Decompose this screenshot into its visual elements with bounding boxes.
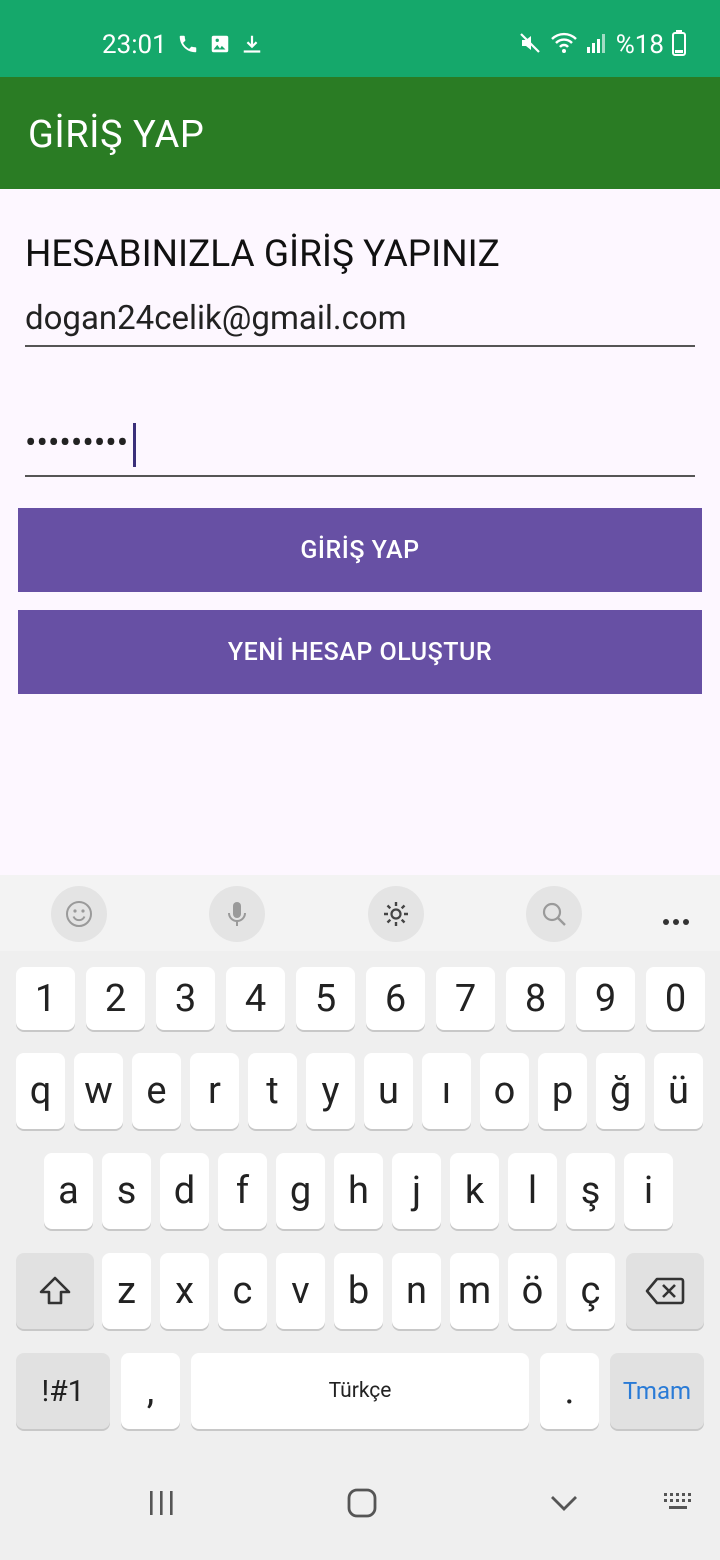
key-4[interactable]: 4: [226, 967, 285, 1030]
symbols-key[interactable]: !#1: [16, 1353, 110, 1429]
image-icon: [209, 33, 231, 59]
key-z[interactable]: z: [102, 1253, 151, 1329]
key-h[interactable]: h: [334, 1153, 383, 1229]
space-key[interactable]: Türkçe: [191, 1353, 529, 1429]
status-time: 23:01: [102, 30, 167, 60]
key-2[interactable]: 2: [86, 967, 145, 1030]
status-bar: 23:01 %18: [0, 0, 720, 77]
key-p[interactable]: p: [538, 1053, 587, 1129]
keyboard-toolbar: [0, 875, 720, 951]
register-button[interactable]: YENİ HESAP OLUŞTUR: [18, 610, 702, 694]
key-m[interactable]: m: [450, 1253, 499, 1329]
keyboard-switch-icon[interactable]: [662, 1488, 696, 1522]
wifi-icon: [550, 31, 578, 59]
backspace-key[interactable]: [626, 1253, 704, 1329]
settings-icon[interactable]: [368, 886, 424, 942]
key-s[interactable]: s: [102, 1153, 151, 1229]
key-y[interactable]: y: [306, 1053, 355, 1129]
key-k[interactable]: k: [450, 1153, 499, 1229]
key-q[interactable]: q: [16, 1053, 65, 1129]
navigation-bar: [0, 1460, 720, 1560]
key-9[interactable]: 9: [576, 967, 635, 1030]
login-button[interactable]: GİRİŞ YAP: [18, 508, 702, 592]
period-key[interactable]: .: [540, 1353, 599, 1429]
key-n[interactable]: n: [392, 1253, 441, 1329]
key-t[interactable]: t: [248, 1053, 297, 1129]
key-d[interactable]: d: [160, 1153, 209, 1229]
key-v[interactable]: v: [276, 1253, 325, 1329]
key-s-cedilla[interactable]: ş: [566, 1153, 615, 1229]
key-j[interactable]: j: [392, 1153, 441, 1229]
backspace-icon: [645, 1277, 685, 1305]
key-f[interactable]: f: [218, 1153, 267, 1229]
app-bar: GİRİŞ YAP: [0, 77, 720, 189]
shift-key[interactable]: [16, 1253, 94, 1329]
mute-icon: [518, 31, 542, 59]
shift-icon: [39, 1276, 71, 1305]
key-u[interactable]: u: [364, 1053, 413, 1129]
password-value: •••••••••: [25, 423, 129, 463]
key-b[interactable]: b: [334, 1253, 383, 1329]
key-6[interactable]: 6: [366, 967, 425, 1030]
download-icon: [241, 33, 263, 59]
email-value: dogan24celik@gmail.com: [25, 299, 407, 338]
keyboard: 1 2 3 4 5 6 7 8 9 0 q w e r t y u ı o p …: [0, 875, 720, 1560]
call-icon: [177, 33, 199, 59]
battery-percent: %18: [615, 30, 664, 60]
key-x[interactable]: x: [160, 1253, 209, 1329]
battery-icon: [672, 30, 686, 60]
emoji-icon[interactable]: [51, 886, 107, 942]
key-a[interactable]: a: [44, 1153, 93, 1229]
key-c[interactable]: c: [218, 1253, 267, 1329]
done-key[interactable]: Tmam: [610, 1353, 704, 1429]
key-c-cedilla[interactable]: ç: [566, 1253, 615, 1329]
back-icon[interactable]: [548, 1488, 580, 1522]
comma-key[interactable]: ,: [121, 1353, 180, 1429]
recent-apps-icon[interactable]: [146, 1488, 176, 1522]
key-1[interactable]: 1: [16, 967, 75, 1030]
key-o[interactable]: o: [480, 1053, 529, 1129]
mic-icon[interactable]: [209, 886, 265, 942]
key-r[interactable]: r: [190, 1053, 239, 1129]
key-w[interactable]: w: [74, 1053, 123, 1129]
key-o-umlaut[interactable]: ö: [508, 1253, 557, 1329]
text-cursor: [133, 423, 136, 467]
more-icon[interactable]: [662, 911, 690, 930]
login-form: HESABINIZLA GİRİŞ YAPINIZ dogan24celik@g…: [0, 189, 720, 875]
signal-icon: [586, 32, 608, 58]
form-heading: HESABINIZLA GİRİŞ YAPINIZ: [25, 233, 500, 276]
key-dotless-i[interactable]: ı: [422, 1053, 471, 1129]
key-i[interactable]: i: [624, 1153, 673, 1229]
key-g[interactable]: g: [276, 1153, 325, 1229]
email-field[interactable]: dogan24celik@gmail.com: [25, 299, 695, 347]
key-u-umlaut[interactable]: ü: [654, 1053, 703, 1129]
app-bar-title: GİRİŞ YAP: [28, 113, 205, 157]
key-3[interactable]: 3: [156, 967, 215, 1030]
key-l[interactable]: l: [508, 1153, 557, 1229]
search-icon[interactable]: [526, 886, 582, 942]
key-e[interactable]: e: [132, 1053, 181, 1129]
key-5[interactable]: 5: [296, 967, 355, 1030]
key-7[interactable]: 7: [436, 967, 495, 1030]
key-8[interactable]: 8: [506, 967, 565, 1030]
key-0[interactable]: 0: [646, 967, 705, 1030]
key-g-breve[interactable]: ğ: [596, 1053, 645, 1129]
password-field[interactable]: •••••••••: [25, 417, 695, 477]
home-icon[interactable]: [346, 1488, 378, 1522]
